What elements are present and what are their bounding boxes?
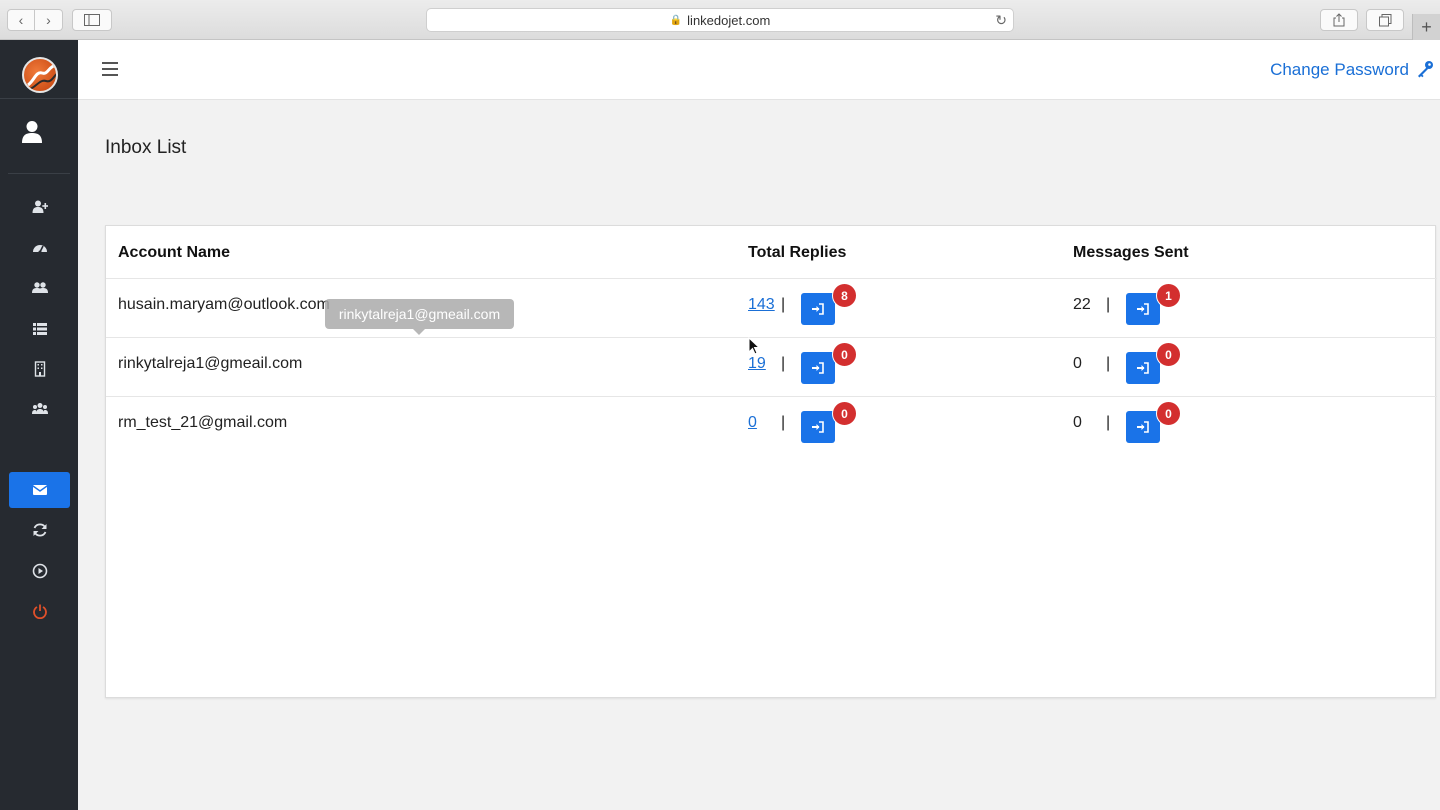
replies-badge: 8 bbox=[832, 283, 857, 308]
tabs-overview-button[interactable] bbox=[1366, 9, 1404, 31]
address-bar[interactable]: 🔒 linkedojet.com ↻ bbox=[426, 8, 1014, 32]
sidebar-item-building[interactable] bbox=[9, 351, 70, 387]
forward-button[interactable]: › bbox=[35, 9, 63, 31]
account-name-cell: rinkytalreja1@gmeail.com bbox=[118, 355, 303, 372]
envelope-icon bbox=[32, 485, 47, 495]
browser-nav-group: ‹ › bbox=[7, 9, 63, 31]
open-replies-button[interactable] bbox=[801, 352, 835, 384]
share-button[interactable] bbox=[1320, 9, 1358, 31]
open-replies-button[interactable] bbox=[801, 293, 835, 325]
dashboard-icon bbox=[32, 245, 47, 254]
account-name-cell: rm_test_21@gmail.com bbox=[118, 414, 288, 431]
messages-sent-cell: 22 bbox=[1073, 296, 1091, 313]
sidebar-item-group[interactable] bbox=[9, 391, 70, 427]
header-total-replies: Total Replies bbox=[748, 244, 847, 261]
key-icon[interactable] bbox=[1416, 60, 1434, 78]
sent-badge: 0 bbox=[1156, 342, 1181, 367]
table-header-row: Account Name Total Replies Messages Sent bbox=[106, 226, 1437, 279]
messages-sent-cell: 0 bbox=[1073, 355, 1082, 372]
open-sent-button[interactable] bbox=[1126, 293, 1160, 325]
sent-separator: | bbox=[1106, 414, 1111, 431]
sent-separator: | bbox=[1106, 296, 1111, 313]
back-button[interactable]: ‹ bbox=[7, 9, 35, 31]
sign-in-icon bbox=[812, 421, 824, 433]
total-replies-link[interactable]: 143 bbox=[748, 296, 775, 314]
replies-separator: | bbox=[781, 355, 786, 372]
tabs-icon bbox=[1378, 13, 1391, 26]
inbox-table: Account Name Total Replies Messages Sent… bbox=[105, 225, 1437, 698]
open-sent-button[interactable] bbox=[1126, 352, 1160, 384]
new-tab-button[interactable]: + bbox=[1412, 14, 1440, 40]
browser-toolbar: ‹ › 🔒 linkedojet.com ↻ + bbox=[0, 0, 1440, 40]
users-icon bbox=[31, 282, 48, 293]
sidebar bbox=[0, 40, 78, 810]
sign-in-icon bbox=[1137, 303, 1149, 315]
app-logo[interactable] bbox=[22, 57, 58, 93]
browser-sidebar-button[interactable] bbox=[72, 9, 112, 31]
header-messages-sent: Messages Sent bbox=[1073, 244, 1189, 261]
building-icon bbox=[34, 361, 45, 377]
page-title: Inbox List bbox=[105, 137, 187, 158]
sidebar-item-users[interactable] bbox=[9, 270, 70, 306]
mouse-cursor-icon bbox=[748, 337, 760, 355]
sign-in-icon bbox=[812, 303, 824, 315]
list-icon bbox=[32, 323, 47, 335]
power-icon bbox=[32, 604, 47, 619]
sent-separator: | bbox=[1106, 355, 1111, 372]
total-replies-link[interactable]: 0 bbox=[748, 414, 757, 432]
menu-toggle-icon[interactable] bbox=[102, 62, 118, 76]
chevron-right-icon: › bbox=[46, 12, 51, 28]
logo-icon bbox=[27, 63, 56, 90]
total-replies-link[interactable]: 19 bbox=[748, 355, 766, 373]
header-account-name: Account Name bbox=[118, 244, 231, 261]
group-icon bbox=[31, 403, 48, 414]
change-password-link[interactable]: Change Password bbox=[1270, 60, 1409, 80]
messages-sent-cell: 0 bbox=[1073, 414, 1082, 431]
top-header: Change Password bbox=[78, 40, 1440, 100]
sidebar-item-play[interactable] bbox=[9, 553, 70, 589]
sidebar-item-refresh[interactable] bbox=[9, 512, 70, 548]
open-replies-button[interactable] bbox=[801, 411, 835, 443]
replies-badge: 0 bbox=[832, 401, 857, 426]
url-text: linkedojet.com bbox=[687, 12, 771, 28]
sidebar-icon bbox=[84, 14, 100, 26]
plus-icon: + bbox=[1421, 16, 1432, 37]
share-icon bbox=[1333, 13, 1345, 27]
sidebar-item-inbox[interactable] bbox=[9, 472, 70, 508]
table-row: rm_test_21@gmail.com 0 | 0 0 | 0 bbox=[106, 397, 1437, 456]
sidebar-item-list[interactable] bbox=[9, 311, 70, 347]
replies-badge: 0 bbox=[832, 342, 857, 367]
profile-divider bbox=[8, 173, 70, 174]
profile-user-icon[interactable] bbox=[21, 120, 43, 144]
play-circle-icon bbox=[32, 563, 47, 579]
table-row: husain.maryam@outlook.com 143 | 8 22 | 1 bbox=[106, 279, 1437, 338]
account-tooltip: rinkytalreja1@gmeail.com bbox=[325, 299, 514, 335]
sign-in-icon bbox=[812, 362, 824, 374]
replies-separator: | bbox=[781, 414, 786, 431]
logo-divider bbox=[0, 98, 78, 99]
open-sent-button[interactable] bbox=[1126, 411, 1160, 443]
sent-badge: 1 bbox=[1156, 283, 1181, 308]
reload-icon[interactable]: ↻ bbox=[995, 12, 1007, 29]
replies-separator: | bbox=[781, 296, 786, 313]
add-user-icon bbox=[32, 200, 48, 213]
refresh-icon bbox=[33, 523, 46, 537]
lock-icon: 🔒 bbox=[669, 14, 683, 26]
sign-in-icon bbox=[1137, 421, 1149, 433]
sidebar-item-dashboard[interactable] bbox=[9, 230, 70, 266]
sent-badge: 0 bbox=[1156, 401, 1181, 426]
sidebar-item-add-user[interactable] bbox=[9, 189, 70, 225]
sign-in-icon bbox=[1137, 362, 1149, 374]
account-name-cell: husain.maryam@outlook.com bbox=[118, 296, 330, 313]
table-row: rinkytalreja1@gmeail.com 19 | 0 0 | 0 bbox=[106, 338, 1437, 397]
chevron-left-icon: ‹ bbox=[18, 12, 24, 28]
sidebar-item-logout[interactable] bbox=[9, 593, 70, 629]
